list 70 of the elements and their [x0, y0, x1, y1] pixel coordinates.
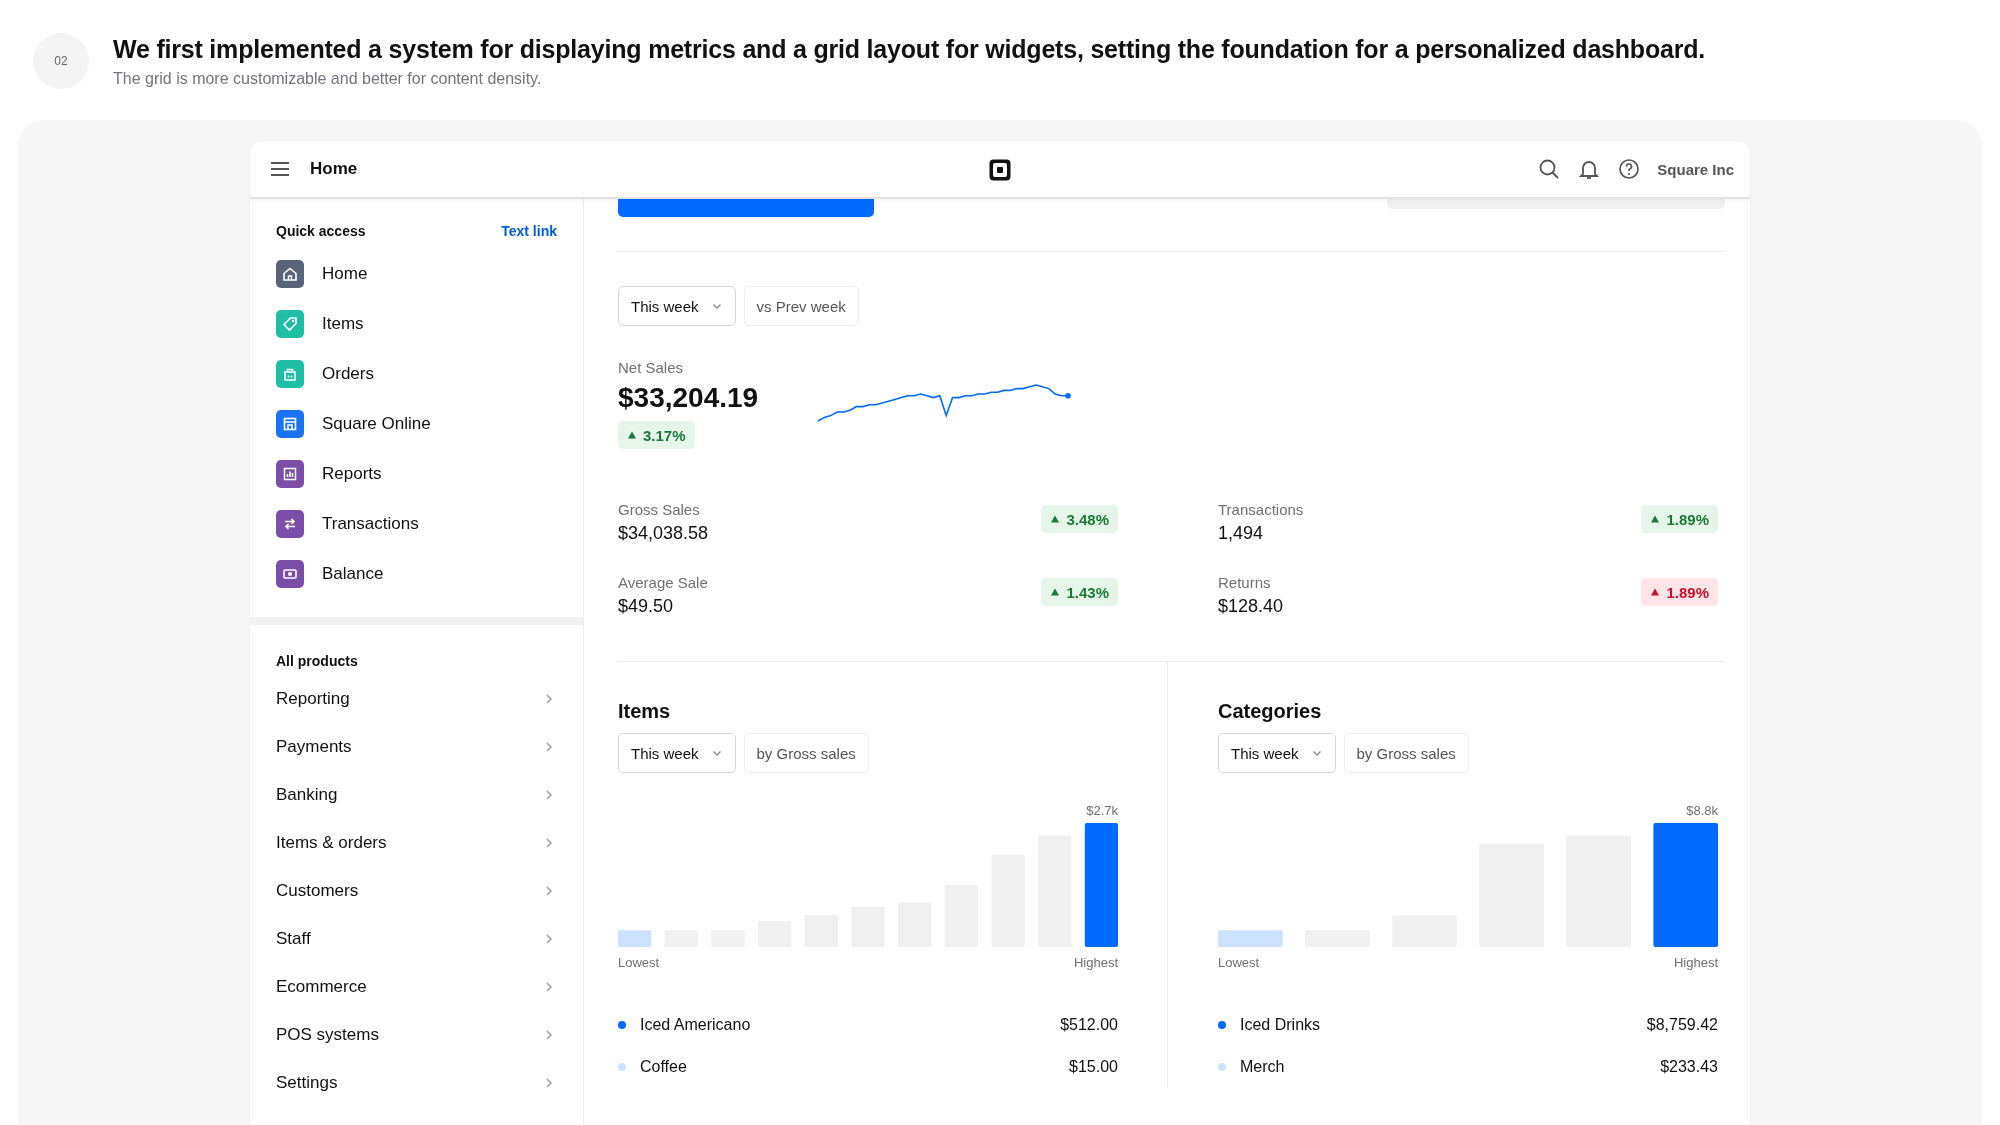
filter-button[interactable]: by Gross sales: [1343, 733, 1469, 773]
filter-button[interactable]: vs Prev week: [743, 286, 859, 326]
panel-title: Categories: [1218, 700, 1323, 723]
product-menu-item[interactable]: Payments: [276, 723, 557, 771]
quick-access-item[interactable]: Items: [276, 299, 557, 349]
product-menu-item[interactable]: Ecommerce: [276, 963, 557, 1011]
legend-value: $8,759.42: [1646, 1016, 1718, 1034]
triangle-up-icon: [1650, 587, 1661, 597]
period-dropdown[interactable]: This week: [1218, 733, 1336, 773]
quick-access-item[interactable]: Square Online: [276, 399, 557, 449]
page-title: We first implemented a system for displaying metrics and a grid layout for widgets, setting the foundation for a personalized dashboard.: [113, 35, 1706, 64]
account-name[interactable]: Square Inc: [1657, 160, 1734, 178]
period-dropdown[interactable]: This week: [618, 286, 736, 326]
change-badge: 3.17%: [618, 421, 695, 449]
metric-value: 1,494: [1218, 523, 1265, 544]
product-menu-item[interactable]: POS systems: [276, 1011, 557, 1059]
quick-access-item[interactable]: Home: [276, 249, 557, 299]
axis-label: Highest: [1673, 955, 1718, 970]
metric-value: $34,038.58: [618, 523, 709, 544]
page-heading: Home: [310, 159, 358, 179]
help-icon[interactable]: [1617, 157, 1642, 181]
legend-name: Merch: [1240, 1058, 1286, 1076]
metric-label: Gross Sales: [618, 501, 701, 518]
axis-label: Lowest: [618, 955, 660, 970]
step-number: 02: [33, 33, 89, 89]
panel-title: Items: [618, 700, 672, 723]
product-menu-item[interactable]: Settings: [276, 1059, 557, 1107]
period-dropdown[interactable]: This week: [618, 733, 736, 773]
section-title: Quick access: [276, 223, 366, 239]
filter-button[interactable]: by Gross sales: [743, 733, 869, 773]
quick-access-item[interactable]: Balance: [276, 549, 557, 599]
change-badge: 1.43%: [1041, 578, 1118, 606]
max-value-label: $8.8k: [1685, 803, 1718, 818]
change-badge: 3.48%: [1041, 505, 1118, 533]
change-badge: 1.89%: [1641, 578, 1718, 606]
product-menu-item[interactable]: Banking: [276, 771, 557, 819]
bar: [618, 930, 652, 947]
logo-icon[interactable]: [988, 158, 1012, 182]
legend-name: Iced Americano: [640, 1016, 752, 1034]
metric-label: Returns: [1218, 574, 1272, 591]
legend-value: $512.00: [1060, 1016, 1118, 1034]
section-title: All products: [276, 653, 359, 669]
text-link[interactable]: Text link: [501, 223, 557, 239]
metric-label: Average Sale: [618, 574, 708, 591]
product-menu-item[interactable]: Customers: [276, 867, 557, 915]
change-badge: 1.89%: [1641, 505, 1718, 533]
bar: [1218, 930, 1283, 947]
metric-value: $128.40: [1218, 596, 1284, 617]
metric-label: Transactions: [1218, 501, 1304, 518]
page-subtitle: The grid is more customizable and better for content density.: [113, 70, 543, 88]
quick-access-item[interactable]: Transactions: [276, 499, 557, 549]
axis-label: Highest: [1073, 955, 1118, 970]
product-menu-item[interactable]: Items & orders: [276, 819, 557, 867]
quick-access-item[interactable]: Reports: [276, 449, 557, 499]
max-value-label: $2.7k: [1085, 803, 1118, 818]
product-menu-item[interactable]: Reporting: [276, 675, 557, 723]
legend-name: Coffee: [640, 1058, 688, 1076]
triangle-up-icon: [1050, 587, 1061, 597]
legend-value: $233.43: [1660, 1058, 1718, 1076]
legend-name: Iced Drinks: [1240, 1016, 1322, 1034]
triangle-up-icon: [1050, 514, 1061, 524]
legend-value: $15.00: [1069, 1058, 1118, 1076]
axis-label: Lowest: [1218, 955, 1260, 970]
metric-value: $33,204.19: [618, 382, 759, 414]
triangle-up-icon: [1650, 514, 1661, 524]
metric-value: $49.50: [618, 596, 675, 617]
quick-access-item[interactable]: Orders: [276, 349, 557, 399]
product-menu-item[interactable]: Staff: [276, 915, 557, 963]
metric-label: Net Sales: [618, 359, 684, 376]
triangle-up-icon: [627, 430, 637, 440]
